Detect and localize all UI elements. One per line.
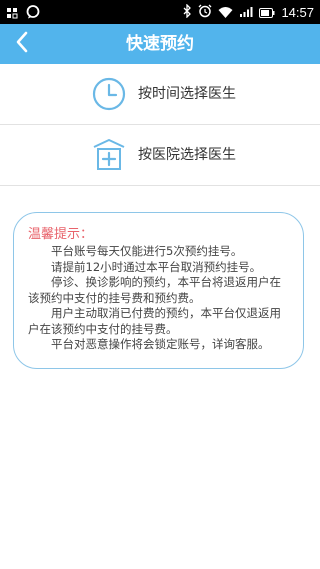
option-select-by-time[interactable]: 按时间选择医生 xyxy=(0,64,320,125)
status-bar: 14:57 xyxy=(0,0,320,24)
wifi-icon xyxy=(218,3,233,22)
notice-line: 平台账号每天仅能进行5次预约挂号。 xyxy=(51,244,243,258)
page-title: 快速预约 xyxy=(126,34,194,54)
clock-icon xyxy=(92,77,126,111)
bluetooth-icon xyxy=(183,3,192,22)
option-select-by-hospital[interactable]: 按医院选择医生 xyxy=(0,125,320,186)
option-label: 按医院选择医生 xyxy=(138,147,236,163)
alarm-icon xyxy=(198,3,212,22)
title-bar: 快速预约 xyxy=(0,24,320,64)
chevron-left-icon xyxy=(15,31,29,57)
notice-line: 请提前12小时通过本平台取消预约挂号。 xyxy=(51,259,262,274)
message-bubble-icon xyxy=(26,4,40,23)
notice-box: 温馨提示： 平台账号每天仅能进行5次预约挂号。 请提前12小时通过本平台取消预约… xyxy=(13,212,304,369)
notice-line: 用户主动取消已付费的预约，本平台仅退返用户在该预约中支付的挂号费。 xyxy=(28,306,281,336)
status-time: 14:57 xyxy=(281,4,314,20)
notice-line: 停诊、换诊影响的预约，本平台将退返用户在该预约中支付的挂号费和预约费。 xyxy=(28,275,281,305)
hospital-icon xyxy=(92,138,126,172)
back-button[interactable] xyxy=(6,28,38,60)
signal-icon xyxy=(239,3,253,22)
notice-title: 温馨提示： xyxy=(28,227,94,242)
option-label: 按时间选择医生 xyxy=(138,86,236,102)
battery-icon xyxy=(259,3,275,22)
gallery-icon xyxy=(6,4,18,23)
notice-line: 平台对恶意操作将会锁定账号，详询客服。 xyxy=(51,337,270,351)
